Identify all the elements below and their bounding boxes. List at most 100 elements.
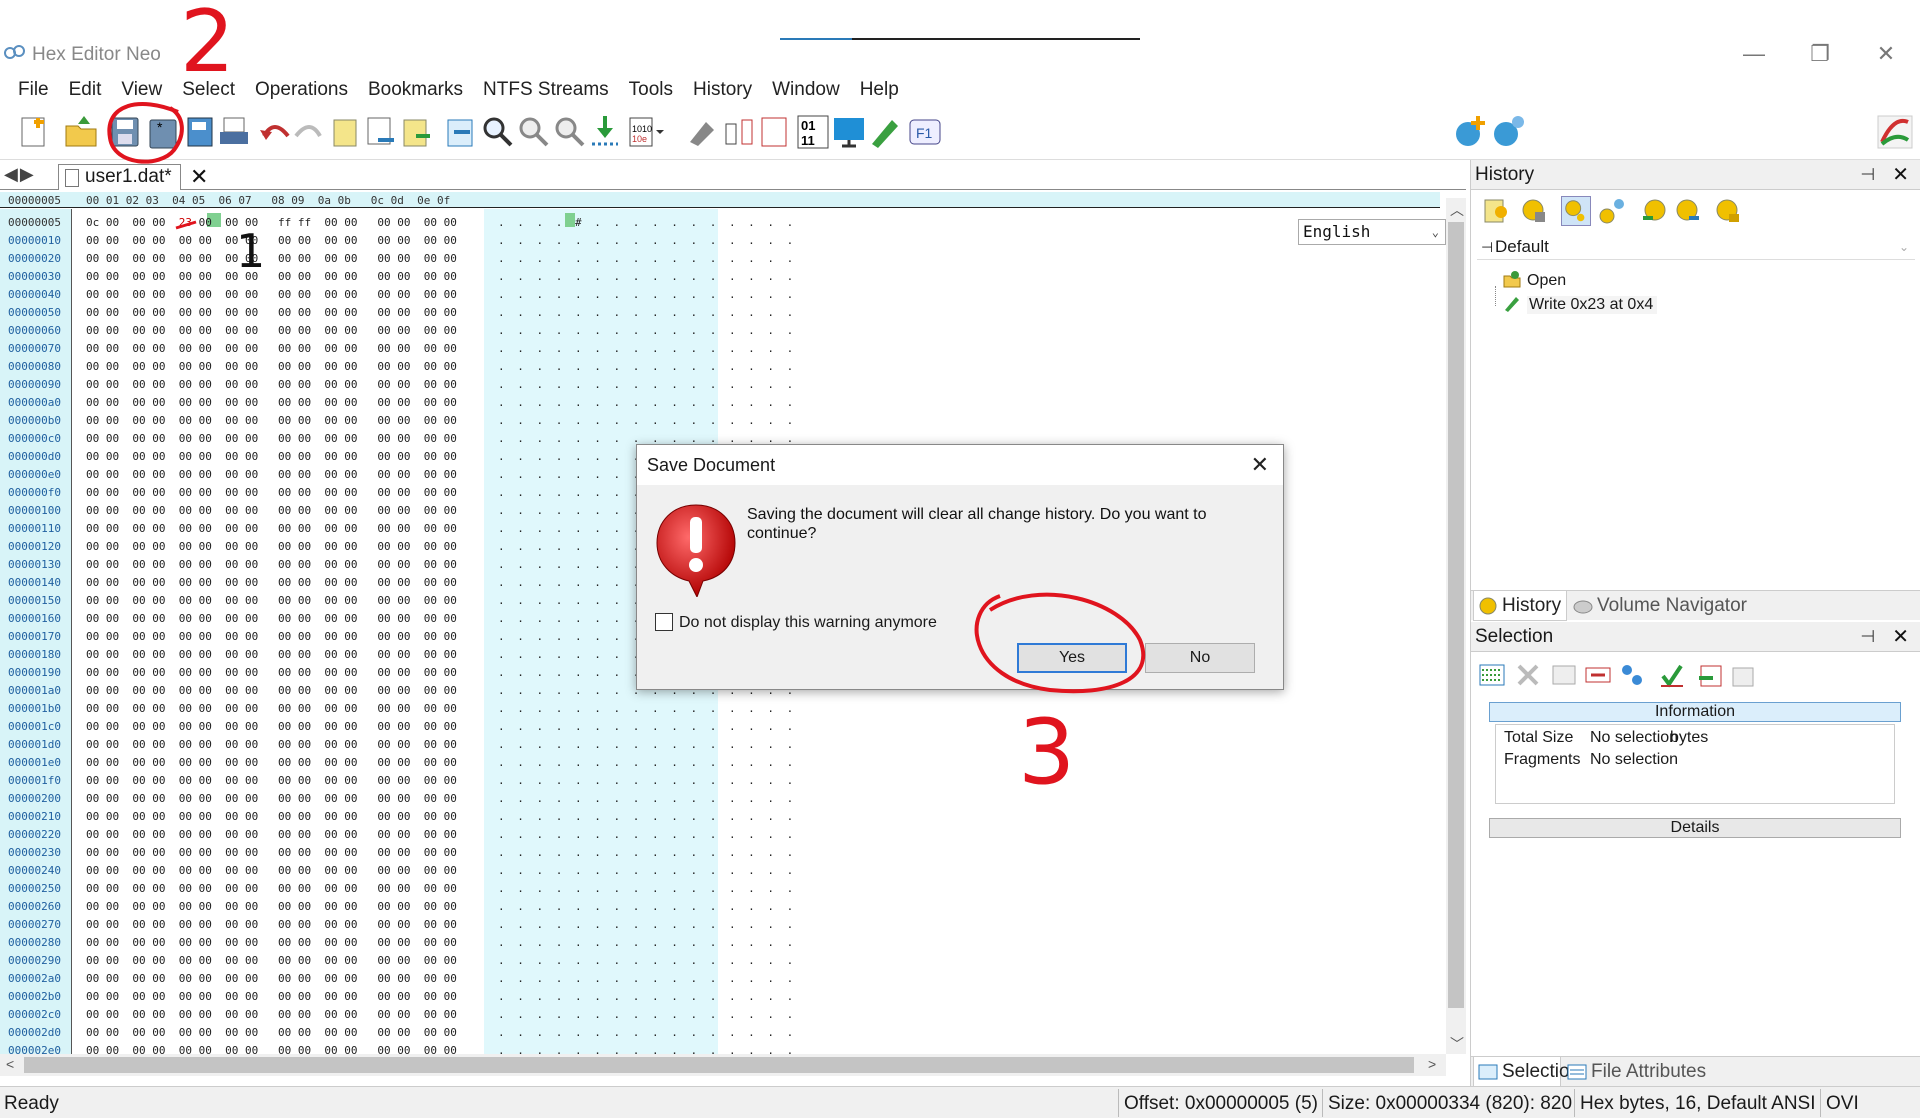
redo-icon[interactable] xyxy=(290,112,328,152)
grid-selection-icon[interactable] xyxy=(1549,660,1579,690)
tab-user1-dat[interactable]: user1.dat* xyxy=(58,164,181,190)
scroll-up-arrow-icon[interactable]: ︿ xyxy=(1450,200,1464,220)
menu-file[interactable]: File xyxy=(8,76,59,104)
print-icon[interactable] xyxy=(216,112,254,152)
history-delete-icon[interactable] xyxy=(1519,196,1549,226)
import-selection-icon[interactable] xyxy=(1695,660,1725,690)
menu-bookmarks[interactable]: Bookmarks xyxy=(358,76,473,104)
menu-tools[interactable]: Tools xyxy=(619,76,683,104)
row-ascii-text: . . . . . . . . . . . . . . . . xyxy=(498,306,797,319)
expand-selection-icon[interactable] xyxy=(1583,660,1613,690)
menu-ntfs-streams[interactable]: NTFS Streams xyxy=(473,76,619,104)
menu-window[interactable]: Window xyxy=(762,76,850,104)
undo-icon[interactable] xyxy=(256,112,294,152)
menu-operations[interactable]: Operations xyxy=(245,76,358,104)
row-address: 00000130 xyxy=(8,558,61,571)
minimize-button[interactable]: — xyxy=(1740,40,1768,68)
help-f1-icon[interactable]: F1 xyxy=(906,112,944,152)
history-group-default[interactable]: ⊣ Default ⌄ xyxy=(1477,234,1915,260)
selection-close-button[interactable]: ✕ xyxy=(1892,622,1909,652)
close-window-button[interactable]: ✕ xyxy=(1872,40,1900,68)
find-icon[interactable] xyxy=(478,112,516,152)
multi-selection-icon[interactable] xyxy=(1617,660,1647,690)
check-selection-icon[interactable] xyxy=(1657,660,1687,690)
close-panel-button[interactable]: ✕ xyxy=(1892,160,1909,190)
information-section-header[interactable]: Information xyxy=(1489,702,1901,722)
clear-selection-icon[interactable] xyxy=(1513,660,1543,690)
theme-icon[interactable] xyxy=(1876,112,1914,152)
dialog-close-button[interactable]: ✕ xyxy=(1251,445,1269,485)
row-ascii-text: . . . . . . . . . . . . . . . . xyxy=(498,756,797,769)
checkbox-box[interactable] xyxy=(655,613,673,631)
row-hex-bytes: 00 00 00 00 00 00 00 00 00 00 00 00 00 0… xyxy=(86,684,457,697)
row-hex-bytes: 00 00 00 00 00 00 00 00 00 00 00 00 00 0… xyxy=(86,450,457,463)
tab-scroll-arrows[interactable]: ◀▶ xyxy=(4,164,36,185)
history-redo-icon[interactable] xyxy=(1673,196,1703,226)
pin-icon[interactable]: ⊣ xyxy=(1860,160,1875,190)
open-file-icon[interactable] xyxy=(62,112,100,152)
row-address: 000000f0 xyxy=(8,486,61,499)
plugin-settings-icon[interactable] xyxy=(1490,112,1528,152)
row-address: 00000005 xyxy=(8,216,61,229)
history-undo-icon[interactable] xyxy=(1639,196,1669,226)
history-view-icon[interactable] xyxy=(1561,196,1591,226)
menu-edit[interactable]: Edit xyxy=(59,76,112,104)
menu-select[interactable]: Select xyxy=(172,76,245,104)
menu-history[interactable]: History xyxy=(683,76,762,104)
history-branch-icon[interactable] xyxy=(1597,196,1627,226)
vertical-scroll-thumb[interactable] xyxy=(1448,222,1464,1008)
history-open-icon[interactable] xyxy=(1481,196,1511,226)
horizontal-scroll-thumb[interactable] xyxy=(24,1057,1414,1073)
no-button[interactable]: No xyxy=(1145,643,1255,673)
yes-button[interactable]: Yes xyxy=(1017,643,1127,673)
menu-view[interactable]: View xyxy=(111,76,172,104)
highlight-icon[interactable] xyxy=(684,112,722,152)
history-item-write[interactable]: Write 0x23 at 0x4 xyxy=(1527,296,1658,314)
save-icon[interactable] xyxy=(106,112,144,152)
scroll-left-arrow-icon[interactable]: < xyxy=(6,1056,14,1072)
restore-button[interactable]: ❐ xyxy=(1806,40,1834,68)
tab-selection[interactable]: Selection xyxy=(1473,1057,1580,1087)
menu-help[interactable]: Help xyxy=(850,76,909,104)
cut-icon[interactable] xyxy=(362,112,400,152)
new-file-icon[interactable] xyxy=(16,112,54,152)
history-export-icon[interactable] xyxy=(1713,196,1743,226)
dont-show-checkbox[interactable]: Do not display this warning anymore xyxy=(655,613,937,632)
find-next-icon[interactable] xyxy=(514,112,552,152)
status-divider xyxy=(1574,1089,1575,1117)
edited-byte[interactable]: 23 xyxy=(179,216,192,229)
row-address: 000001d0 xyxy=(8,738,61,751)
vertical-scrollbar[interactable]: ︿ ﹀ xyxy=(1446,198,1466,1054)
tab-history[interactable]: History xyxy=(1473,591,1567,621)
details-section-header[interactable]: Details xyxy=(1489,818,1901,838)
download-icon[interactable] xyxy=(586,112,624,152)
paste-icon[interactable] xyxy=(398,112,436,152)
save-all-icon[interactable] xyxy=(180,112,218,152)
row-hex-bytes: 00 00 00 00 00 00 00 00 00 00 00 00 00 0… xyxy=(86,846,457,859)
binary-icon[interactable]: 0111 xyxy=(794,112,832,152)
history-item-open[interactable]: Open xyxy=(1527,272,1566,290)
main-toolbar: * 1010 10e 01 11 F1 English ⌄ xyxy=(0,106,1920,245)
goto-icon[interactable] xyxy=(442,112,480,152)
bits-icon[interactable]: 101010e xyxy=(626,112,664,152)
add-plugin-icon[interactable] xyxy=(1452,112,1490,152)
save-as-icon[interactable]: * xyxy=(144,112,182,152)
structure-icon[interactable] xyxy=(756,112,794,152)
row-hex-bytes: 00 00 00 00 00 00 00 00 00 00 00 00 00 0… xyxy=(86,990,457,1003)
copy-icon[interactable] xyxy=(326,112,364,152)
pencil-icon[interactable] xyxy=(866,112,904,152)
compare-icon[interactable] xyxy=(720,112,758,152)
scroll-right-arrow-icon[interactable]: > xyxy=(1428,1056,1436,1072)
selection-panel-title: Selection xyxy=(1475,626,1554,647)
find-prev-icon[interactable] xyxy=(550,112,588,152)
close-tab-button[interactable]: ✕ xyxy=(190,164,208,190)
select-all-icon[interactable] xyxy=(1477,660,1507,690)
group-collapse-icon[interactable]: ⌄ xyxy=(1899,234,1909,260)
tab-volume-navigator[interactable]: Volume Navigator xyxy=(1569,591,1789,621)
horizontal-scrollbar[interactable]: < > xyxy=(0,1054,1446,1076)
export-selection-icon[interactable] xyxy=(1727,660,1757,690)
scroll-down-arrow-icon[interactable]: ﹀ xyxy=(1450,1034,1464,1054)
tab-file-attributes[interactable]: File Attributes xyxy=(1563,1057,1743,1087)
selection-pin-icon[interactable]: ⊣ xyxy=(1860,622,1875,652)
fullscreen-icon[interactable] xyxy=(830,112,868,152)
